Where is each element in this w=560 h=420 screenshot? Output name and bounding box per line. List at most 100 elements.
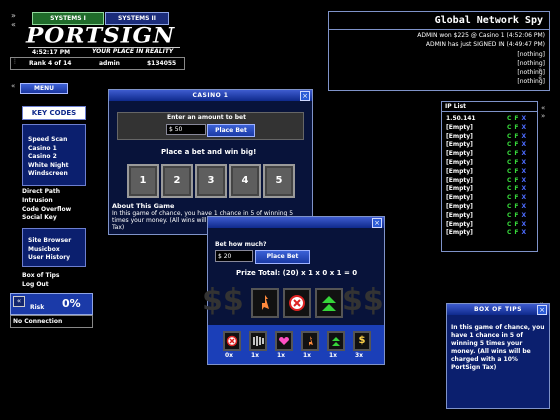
ip-list-actions[interactable]: CFX: [507, 115, 529, 122]
file-action[interactable]: F: [514, 194, 518, 201]
number-choice-1[interactable]: 1: [127, 164, 159, 198]
ip-list-actions[interactable]: CFX: [507, 229, 529, 236]
delete-action[interactable]: X: [522, 115, 527, 122]
menu-item-direct-path[interactable]: Direct Path: [22, 188, 60, 195]
casino-2-place-bet-button[interactable]: Place Bet: [255, 250, 310, 264]
delete-action[interactable]: X: [522, 177, 527, 184]
menu-item-windscreen[interactable]: Windscreen: [28, 170, 68, 177]
file-action[interactable]: F: [514, 168, 518, 175]
number-choice-3[interactable]: 3: [195, 164, 227, 198]
delete-action[interactable]: X: [522, 212, 527, 219]
risk-collapse-icon[interactable]: «: [13, 296, 25, 307]
casino-2-amount-input[interactable]: $ 20: [215, 250, 253, 262]
file-action[interactable]: F: [514, 177, 518, 184]
ip-list-entry: [Empty]: [446, 167, 473, 175]
ip-list-actions[interactable]: CFX: [507, 203, 529, 210]
close-icon[interactable]: ×: [537, 305, 547, 315]
file-action[interactable]: F: [514, 124, 518, 131]
ip-list-actions[interactable]: CFX: [507, 133, 529, 140]
close-icon[interactable]: ×: [300, 91, 310, 101]
menu-item-casino-2[interactable]: Casino 2: [28, 153, 57, 160]
file-action[interactable]: F: [514, 115, 518, 122]
ip-list-scroll-icon[interactable]: «»: [541, 104, 545, 120]
delete-action[interactable]: X: [522, 203, 527, 210]
ip-list-actions[interactable]: CFX: [507, 185, 529, 192]
ip-list-actions[interactable]: CFX: [507, 124, 529, 131]
file-action[interactable]: F: [514, 203, 518, 210]
file-action[interactable]: F: [514, 150, 518, 157]
delete-action[interactable]: X: [522, 133, 527, 140]
delete-action[interactable]: X: [522, 124, 527, 131]
delete-action[interactable]: X: [522, 168, 527, 175]
casino-2-titlebar[interactable]: [208, 217, 384, 228]
file-action[interactable]: F: [514, 159, 518, 166]
left-scroll-arrows[interactable]: » «: [11, 11, 16, 29]
info-icon[interactable]: ⋮: [12, 58, 18, 65]
connect-action[interactable]: C: [507, 115, 511, 122]
connect-action[interactable]: C: [507, 177, 511, 184]
connect-action[interactable]: C: [507, 150, 511, 157]
delete-action[interactable]: X: [522, 185, 527, 192]
ip-list-actions[interactable]: CFX: [507, 212, 529, 219]
connect-action[interactable]: C: [507, 229, 511, 236]
ip-list-actions[interactable]: CFX: [507, 168, 529, 175]
menu-item-box-of-tips[interactable]: Box of Tips: [22, 272, 60, 279]
delete-action[interactable]: X: [522, 194, 527, 201]
rank: Rank 4 of 14: [29, 60, 72, 67]
connect-action[interactable]: C: [507, 141, 511, 148]
menu-item-site-browser[interactable]: Site Browser: [28, 237, 71, 244]
connect-action[interactable]: C: [507, 185, 511, 192]
menu-item-casino-1[interactable]: Casino 1: [28, 145, 57, 152]
file-action[interactable]: F: [514, 185, 518, 192]
ip-list-actions[interactable]: CFX: [507, 221, 529, 228]
delete-action[interactable]: X: [522, 141, 527, 148]
menu-item-intrusion[interactable]: Intrusion: [22, 197, 53, 204]
network-scroll-icon[interactable]: » «: [538, 66, 542, 82]
ip-list-actions[interactable]: CFX: [507, 159, 529, 166]
ip-list-actions[interactable]: CFX: [507, 141, 529, 148]
file-action[interactable]: F: [514, 229, 518, 236]
delete-action[interactable]: X: [522, 159, 527, 166]
file-action[interactable]: F: [514, 212, 518, 219]
menu-item-user-history[interactable]: User History: [28, 254, 70, 261]
connect-action[interactable]: C: [507, 133, 511, 140]
connect-action[interactable]: C: [507, 168, 511, 175]
status-bar: Rank 4 of 14 admin $134055: [10, 57, 185, 70]
file-action[interactable]: F: [514, 133, 518, 140]
ip-list-actions[interactable]: CFX: [507, 177, 529, 184]
delete-action[interactable]: X: [522, 150, 527, 157]
number-choice-2[interactable]: 2: [161, 164, 193, 198]
menu-item-musicbox[interactable]: Musicbox: [28, 246, 60, 253]
place-bet-button[interactable]: Place Bet: [207, 124, 255, 137]
connect-action[interactable]: C: [507, 124, 511, 131]
bet-amount-input[interactable]: $ 50: [166, 124, 206, 135]
ip-list-actions[interactable]: CFX: [507, 194, 529, 201]
connect-action[interactable]: C: [507, 212, 511, 219]
connect-action[interactable]: C: [507, 203, 511, 210]
connect-action[interactable]: C: [507, 194, 511, 201]
connect-action[interactable]: C: [507, 159, 511, 166]
menu-collapse-icon[interactable]: «: [11, 82, 15, 90]
menu-item-speed-scan[interactable]: Speed Scan: [28, 136, 67, 143]
menu-button[interactable]: MENU: [20, 83, 68, 94]
close-icon[interactable]: ×: [372, 218, 382, 228]
delete-action[interactable]: X: [522, 221, 527, 228]
file-action[interactable]: F: [514, 221, 518, 228]
menu-item-social-key[interactable]: Social Key: [22, 214, 57, 221]
pay-arrows-icon: [327, 331, 345, 351]
menu-item-log-out[interactable]: Log Out: [22, 281, 49, 288]
ip-list-entry: [Empty]: [446, 229, 473, 237]
menu-item-code-overflow[interactable]: Code Overflow: [22, 206, 71, 213]
file-action[interactable]: F: [514, 141, 518, 148]
network-spy-divider: [329, 29, 549, 30]
number-choice-5[interactable]: 5: [263, 164, 295, 198]
number-choice-4[interactable]: 4: [229, 164, 261, 198]
multiplier: 1x: [329, 352, 338, 359]
menu-item-white-night[interactable]: White Night: [28, 162, 69, 169]
tips-titlebar[interactable]: BOX OF TIPS: [447, 304, 549, 315]
delete-action[interactable]: X: [522, 229, 527, 236]
reel-arrows-icon: [315, 288, 343, 318]
casino-1-titlebar[interactable]: CASINO 1: [109, 90, 312, 101]
ip-list-actions[interactable]: CFX: [507, 150, 529, 157]
connect-action[interactable]: C: [507, 221, 511, 228]
